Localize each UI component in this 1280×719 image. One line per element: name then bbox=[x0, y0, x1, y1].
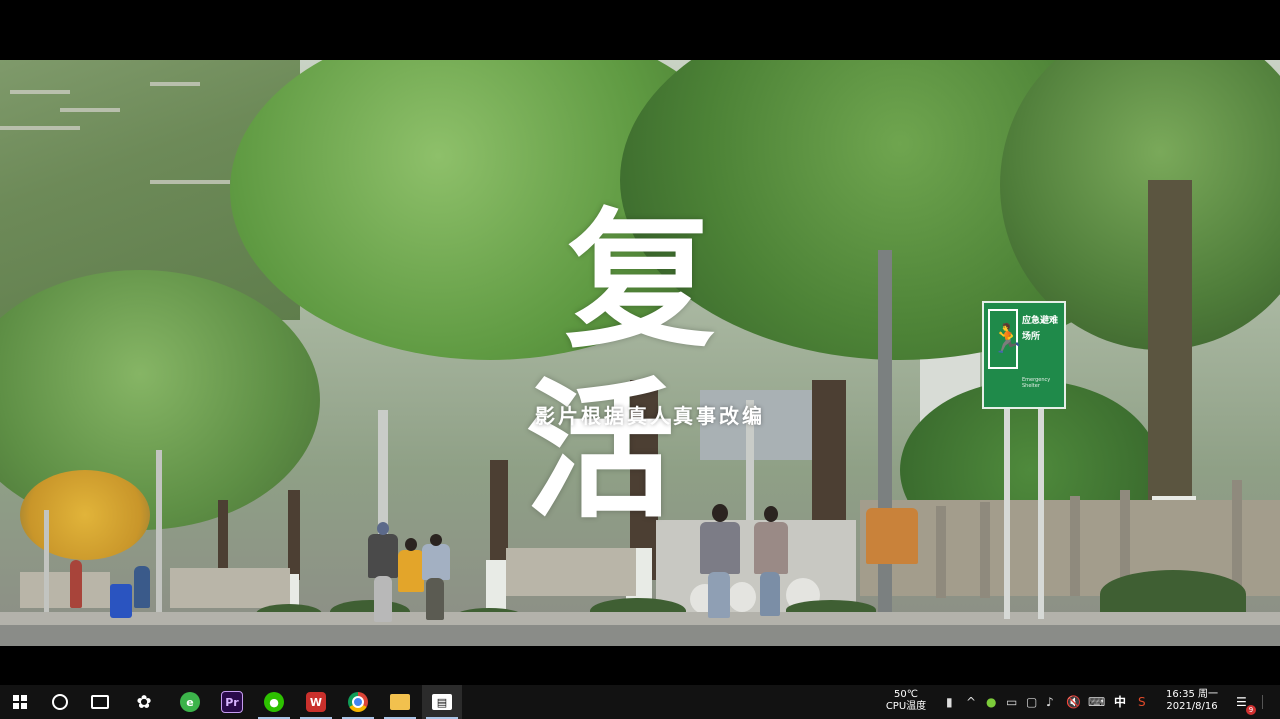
sign-pole bbox=[1004, 409, 1010, 619]
keyboard-icon[interactable]: ⌨ bbox=[1088, 694, 1105, 710]
pedestrian bbox=[134, 566, 150, 608]
stone-bollard bbox=[728, 582, 756, 612]
cpu-temp-label: CPU温度 bbox=[885, 701, 927, 712]
stone-railing bbox=[170, 568, 290, 608]
terrace-line bbox=[10, 90, 70, 94]
notification-bell-icon[interactable]: ♪ bbox=[1046, 694, 1054, 710]
lamp-pole bbox=[878, 250, 892, 622]
globe-icon: e bbox=[180, 692, 200, 712]
pedestrian bbox=[70, 560, 82, 608]
pedestrian bbox=[368, 534, 398, 578]
pedestrian-legs bbox=[760, 572, 780, 616]
letterbox-top bbox=[0, 0, 1280, 60]
volume-muted-icon[interactable]: 🔇 bbox=[1066, 694, 1081, 710]
whitewashed-trunk bbox=[486, 560, 506, 610]
premiere-icon: Pr bbox=[221, 691, 243, 713]
railing-post bbox=[1070, 496, 1080, 596]
lamp-pole bbox=[156, 450, 162, 620]
folder-icon bbox=[390, 694, 410, 710]
taskbar-app-wechat[interactable]: ● bbox=[254, 685, 294, 719]
letterbox-bottom bbox=[0, 646, 1280, 685]
cpu-temperature[interactable]: 50℃ CPU温度 bbox=[880, 689, 932, 713]
clapperboard-icon: ▤ bbox=[432, 694, 452, 710]
task-view-button[interactable] bbox=[80, 685, 120, 719]
taskbar-app-premiere[interactable]: Pr bbox=[212, 685, 252, 719]
action-center-icon[interactable]: ☰ bbox=[1236, 694, 1247, 710]
pedestrian-legs bbox=[374, 576, 392, 622]
taskbar-app-360-browser[interactable]: e bbox=[170, 685, 210, 719]
sign-label: 应急避难场所 bbox=[1022, 316, 1059, 342]
shrub bbox=[1100, 570, 1246, 618]
railing-post bbox=[936, 506, 946, 598]
clock-date: 2021/8/16 bbox=[1166, 701, 1218, 712]
wechat-icon: ● bbox=[264, 692, 284, 712]
pedestrian-head bbox=[405, 538, 417, 551]
battery-saver-icon[interactable]: ▮ bbox=[946, 694, 953, 710]
taskbar-app-wps[interactable]: W bbox=[296, 685, 336, 719]
cpu-temp-value: 50℃ bbox=[894, 689, 918, 700]
notification-count-badge: 9 bbox=[1246, 705, 1256, 715]
windows-logo-icon bbox=[13, 695, 27, 709]
taskbar-app-file-explorer[interactable] bbox=[380, 685, 420, 719]
security-app-icon[interactable]: ● bbox=[986, 694, 996, 710]
pedestrian-legs bbox=[426, 578, 444, 620]
taskbar-app-pinwheel[interactable]: ✿ bbox=[124, 685, 164, 719]
taskbar-app-video-player[interactable]: ▤ bbox=[422, 685, 462, 719]
yellow-tree-canopy bbox=[20, 470, 150, 560]
chrome-icon bbox=[348, 692, 368, 712]
sign-english-label: Emergency Shelter bbox=[1022, 377, 1051, 389]
stone-railing bbox=[20, 572, 110, 608]
taskbar-app-chrome[interactable] bbox=[338, 685, 378, 719]
railing-post bbox=[980, 502, 990, 598]
start-button[interactable] bbox=[0, 685, 40, 719]
lamp-pole bbox=[44, 510, 49, 620]
terrace-line bbox=[150, 180, 230, 184]
pedestrian bbox=[866, 508, 918, 564]
pedestrian bbox=[422, 544, 450, 580]
wps-icon: W bbox=[306, 692, 326, 712]
pedestrian bbox=[398, 550, 424, 592]
railing-post bbox=[1232, 480, 1242, 596]
show-desktop-button[interactable] bbox=[1262, 695, 1277, 709]
storage-icon[interactable]: ▭ bbox=[1006, 694, 1017, 710]
emergency-shelter-sign: 🏃 应急避难场所 Emergency Shelter bbox=[982, 301, 1066, 409]
pinwheel-icon: ✿ bbox=[136, 691, 152, 713]
video-title: 复 活 bbox=[524, 193, 795, 539]
network-icon[interactable]: ▢ bbox=[1026, 694, 1037, 710]
clock-time: 16:35 周一 bbox=[1166, 689, 1218, 700]
terrace-line bbox=[0, 126, 80, 130]
road bbox=[0, 625, 1280, 646]
sign-pole bbox=[1038, 409, 1044, 619]
pedestrian-head bbox=[377, 522, 389, 535]
tree-trunk bbox=[288, 490, 300, 580]
task-view-icon bbox=[91, 695, 109, 709]
video-subtitle: 影片根据真人真事改编 bbox=[535, 404, 765, 428]
running-man-icon: 🏃 bbox=[988, 309, 1025, 369]
ime-indicator[interactable]: 中 bbox=[1114, 694, 1126, 710]
search-button[interactable] bbox=[40, 685, 80, 719]
sogou-input-icon[interactable]: S bbox=[1138, 694, 1146, 710]
terrace-line bbox=[60, 108, 120, 112]
pedestrian-legs bbox=[708, 572, 730, 618]
sidewalk bbox=[0, 612, 1280, 626]
taskbar: ✿ e Pr ● W ▤ 50℃ CPU温度 ▮ ^ ● ▭ ▢ ♪ 🔇 ⌨ 中… bbox=[0, 685, 1280, 719]
terrace-line bbox=[150, 82, 200, 86]
stone-railing bbox=[506, 548, 636, 596]
show-hidden-icons-chevron-icon[interactable]: ^ bbox=[966, 694, 976, 710]
clock[interactable]: 16:35 周一 2021/8/16 bbox=[1160, 689, 1224, 713]
tree-trunk bbox=[1148, 180, 1192, 500]
circle-icon bbox=[52, 694, 68, 710]
blue-trash-bin bbox=[110, 584, 132, 618]
